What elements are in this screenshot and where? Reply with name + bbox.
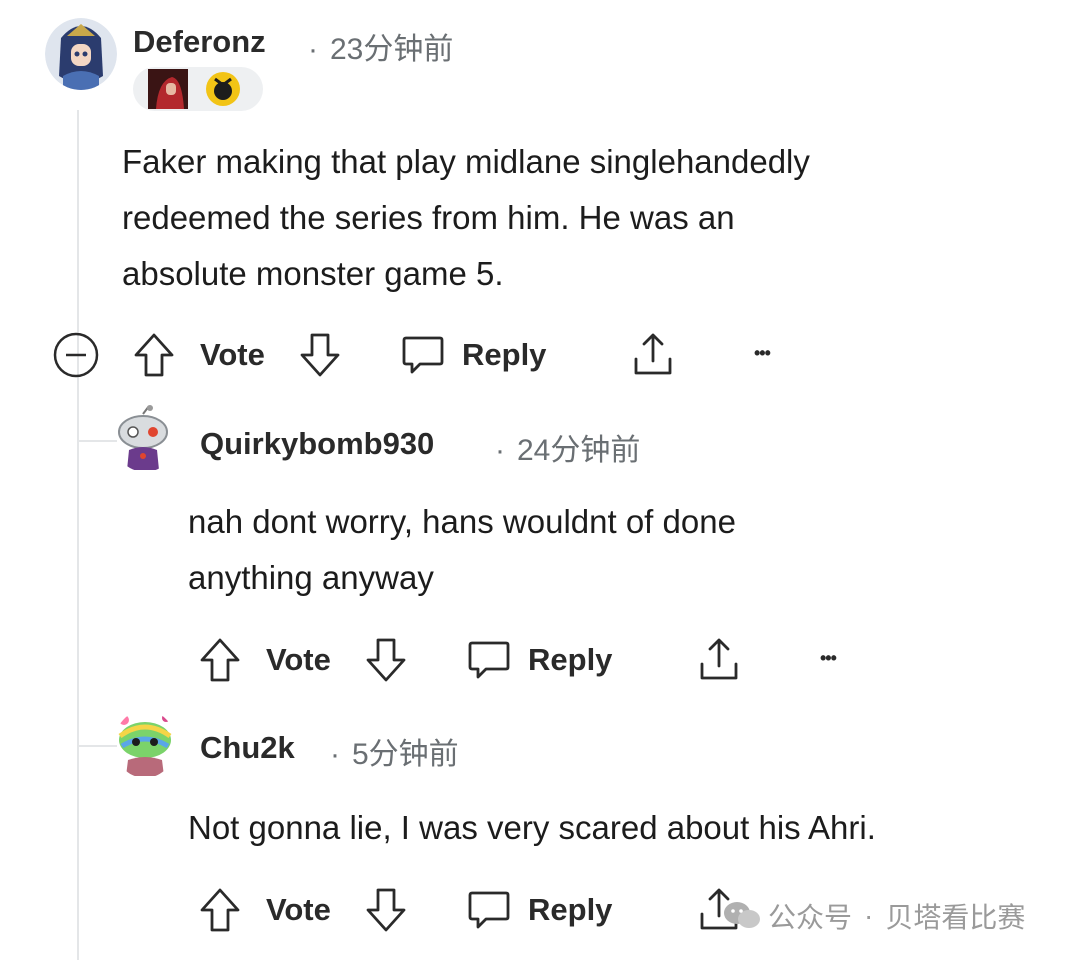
more-options-button[interactable]: ••• — [820, 633, 837, 683]
downvote-arrow-icon — [366, 638, 406, 682]
avatar[interactable] — [113, 404, 177, 472]
watermark: 公众号 · 贝塔看比赛 — [722, 896, 1025, 936]
timestamp: · 23分钟前 — [308, 33, 454, 66]
upvote-button[interactable] — [198, 885, 242, 935]
watermark-name: 贝塔看比赛 — [885, 902, 1026, 933]
collapse-minus-icon — [53, 332, 99, 378]
downvote-button[interactable] — [364, 885, 408, 935]
timestamp: · 24分钟前 — [495, 434, 641, 467]
thread-line-main — [77, 110, 79, 960]
upvote-button[interactable] — [198, 635, 242, 685]
reply-label: Reply — [462, 337, 547, 372]
red-champion-portrait-icon — [148, 69, 188, 109]
upvote-arrow-icon — [200, 638, 240, 682]
comment-text: Faker making that play midlane singlehan… — [122, 143, 810, 292]
more-options-button[interactable]: ••• — [754, 328, 771, 378]
reply-button[interactable]: Reply — [400, 330, 546, 380]
share-upload-icon — [634, 333, 672, 375]
share-button[interactable] — [630, 330, 676, 380]
timestamp: · 5分钟前 — [330, 738, 459, 771]
share-button[interactable] — [696, 635, 742, 685]
comment-text: nah dont worry, hans wouldnt of done any… — [188, 503, 736, 596]
reply-button[interactable]: Reply — [466, 635, 612, 685]
reply-button[interactable]: Reply — [466, 885, 612, 935]
vote-label: Vote — [200, 337, 265, 372]
speech-bubble-icon — [402, 336, 444, 374]
snoo-robot-avatar-icon — [118, 405, 168, 470]
rainbow-snoo-avatar-icon — [118, 714, 172, 776]
upvote-arrow-icon — [134, 333, 174, 377]
share-upload-icon — [700, 638, 738, 680]
thread-line-reply-2 — [77, 745, 117, 747]
username[interactable]: Deferonz — [133, 24, 266, 60]
upvote-button[interactable] — [132, 330, 176, 380]
reply-label: Reply — [528, 642, 613, 677]
upvote-arrow-icon — [200, 888, 240, 932]
downvote-button[interactable] — [298, 330, 342, 380]
comment-text: Not gonna lie, I was very scared about h… — [188, 809, 876, 846]
reply-label: Reply — [528, 892, 613, 927]
avatar[interactable] — [114, 710, 176, 778]
wechat-logo-icon — [724, 902, 760, 928]
downvote-arrow-icon — [366, 888, 406, 932]
watermark-account-label: 公众号 — [768, 902, 853, 933]
downvote-arrow-icon — [300, 333, 340, 377]
vote-label: Vote — [266, 892, 331, 927]
watermark-separator: · — [864, 900, 874, 931]
downvote-button[interactable] — [364, 635, 408, 685]
speech-bubble-icon — [468, 641, 510, 679]
username[interactable]: Quirkybomb930 — [200, 426, 434, 462]
thread-line-reply-1 — [77, 440, 117, 442]
username[interactable]: Chu2k — [200, 730, 295, 766]
speech-bubble-icon — [468, 891, 510, 929]
user-flair — [133, 67, 263, 111]
blue-haired-champion-avatar-icon — [45, 18, 117, 90]
yellow-team-logo-icon — [206, 72, 240, 106]
collapse-button[interactable] — [52, 330, 100, 380]
avatar[interactable] — [45, 18, 117, 90]
vote-label: Vote — [266, 642, 331, 677]
